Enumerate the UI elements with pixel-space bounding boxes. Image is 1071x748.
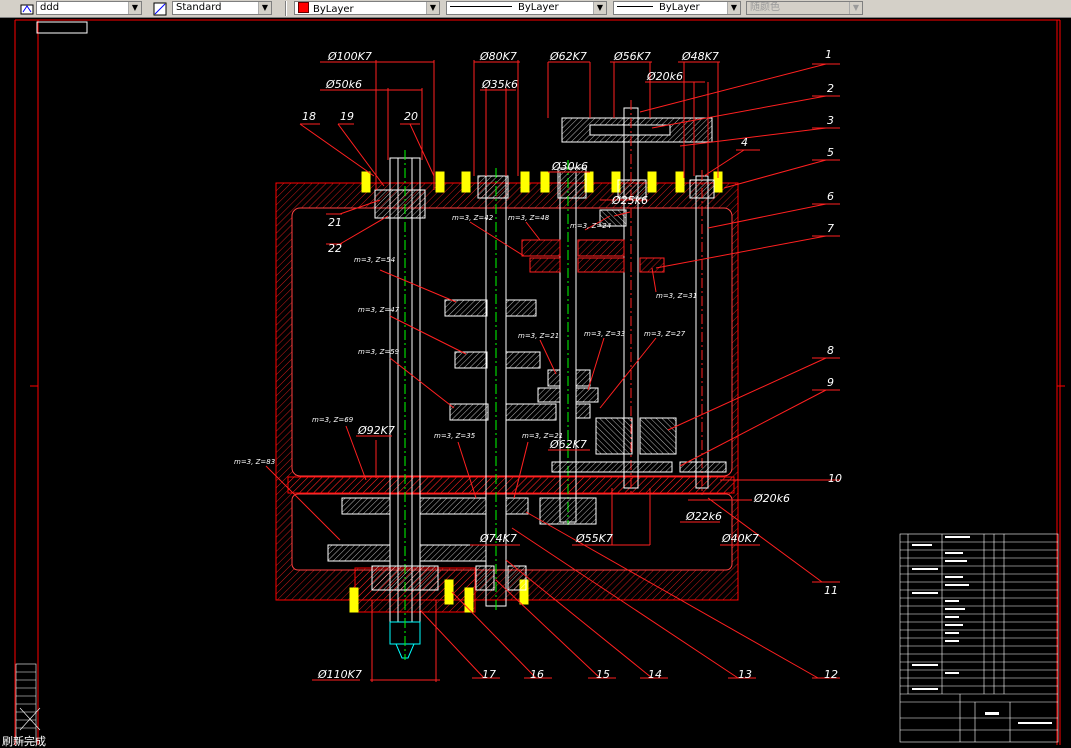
gear-label-z48: m=3, Z=48 [508,214,550,222]
title-block [899,533,1059,743]
dim-d110: Ø110K7 [317,668,362,681]
dim-d50: Ø50k6 [325,78,362,91]
gear-label-z54: m=3, Z=54 [354,256,395,264]
color-swatch [298,2,309,13]
chevron-down-icon[interactable]: ▼ [849,2,862,14]
color-value: ByLayer [313,4,354,15]
gear-label-z21b: m=3, Z=21 [522,432,563,440]
gear-label-z35: m=3, Z=35 [434,432,476,440]
plot-style-select[interactable]: 随颜色 ▼ [746,1,863,15]
balloon-17: 17 [482,668,496,681]
gear-label-z33: m=3, Z=33 [584,330,625,338]
gear-label-z69: m=3, Z=69 [312,416,354,424]
balloon-18: 18 [302,110,316,123]
balloon-4: 4 [741,136,748,149]
gear-label-z59: m=3, Z=59 [358,348,400,356]
chevron-down-icon[interactable]: ▼ [258,2,271,14]
gear-label-z27: m=3, Z=27 [644,330,686,338]
chevron-down-icon[interactable]: ▼ [426,2,439,14]
dim-d56: Ø56K7 [613,50,651,63]
dim-d40: Ø40K7 [721,532,759,545]
balloon-5: 5 [827,146,834,159]
dim-d92: Ø92K7 [357,424,395,437]
balloon-1: 1 [825,48,832,61]
text-style-icon[interactable] [20,1,34,15]
dim-style-select[interactable]: Standard ▼ [172,1,272,15]
balloon-9: 9 [827,376,834,389]
revision-table [15,663,41,743]
text-style-value: ddd [40,2,60,13]
properties-toolbar: ddd ▼ Standard ▼ ByLayer ▼ ByLayer ▼ ByL… [0,0,1071,18]
dim-d30: Ø30k6 [551,160,588,173]
balloon-19: 19 [340,110,354,123]
drawing-canvas[interactable]: Ø100K7 Ø50k6 Ø80K7 Ø35k6 Ø62K7 Ø56K7 Ø20… [0,18,1071,748]
balloon-21: 21 [328,216,342,229]
balloon-22: 22 [328,242,342,255]
balloon-13: 13 [738,668,752,681]
lineweight-value: ByLayer [659,2,700,13]
color-select[interactable]: ByLayer ▼ [294,1,440,15]
balloon-10: 10 [828,472,842,485]
balloon-15: 15 [596,668,610,681]
balloon-6: 6 [827,190,834,203]
dim-d74: Ø74K7 [479,532,517,545]
plot-style-value: 随颜色 [750,2,780,13]
chevron-down-icon[interactable]: ▼ [128,2,141,14]
gear-label-z21a: m=3, Z=21 [518,332,559,340]
gear-label-z47: m=3, Z=47 [358,306,400,314]
dim-style-icon[interactable] [153,1,167,16]
toolbar-separator [285,1,287,16]
chevron-down-icon[interactable]: ▼ [727,2,740,14]
dim-d62a: Ø62K7 [549,50,587,63]
dim-d22: Ø22k6 [685,510,722,523]
cad-drawing: Ø100K7 Ø50k6 Ø80K7 Ø35k6 Ø62K7 Ø56K7 Ø20… [14,19,1065,745]
balloon-2: 2 [827,82,834,95]
dim-d35: Ø35k6 [481,78,518,91]
dim-d20a: Ø20k6 [646,70,683,83]
dim-d48: Ø48K7 [681,50,719,63]
gear-label-z83: m=3, Z=83 [234,458,275,466]
linetype-preview [450,6,512,7]
dim-d100: Ø100K7 [327,50,372,63]
dim-d55: Ø55K7 [575,532,613,545]
balloon-16: 16 [530,668,544,681]
gear-label-z24: m=3, Z=24 [570,222,611,230]
balloon-14: 14 [648,668,662,681]
lineweight-preview [617,6,653,7]
dim-d25: Ø25k6 [611,194,648,207]
balloon-12: 12 [824,668,838,681]
gear-label-z42: m=3, Z=42 [452,214,494,222]
balloon-3: 3 [827,114,834,127]
viewport-tag [36,21,88,34]
text-style-select[interactable]: ddd ▼ [36,1,142,15]
balloon-8: 8 [827,344,834,357]
gear-label-z31: m=3, Z=31 [656,292,697,300]
dim-d80: Ø80K7 [479,50,517,63]
command-line[interactable]: 刷新完成 [0,736,202,748]
balloon-7: 7 [827,222,834,235]
dim-d20b: Ø20k6 [753,492,790,505]
dim-style-value: Standard [176,2,222,13]
chevron-down-icon[interactable]: ▼ [593,2,606,14]
balloon-20: 20 [404,110,418,123]
lineweight-select[interactable]: ByLayer ▼ [613,1,741,15]
balloon-11: 11 [824,584,838,597]
linetype-select[interactable]: ByLayer ▼ [446,1,607,15]
linetype-value: ByLayer [518,2,559,13]
